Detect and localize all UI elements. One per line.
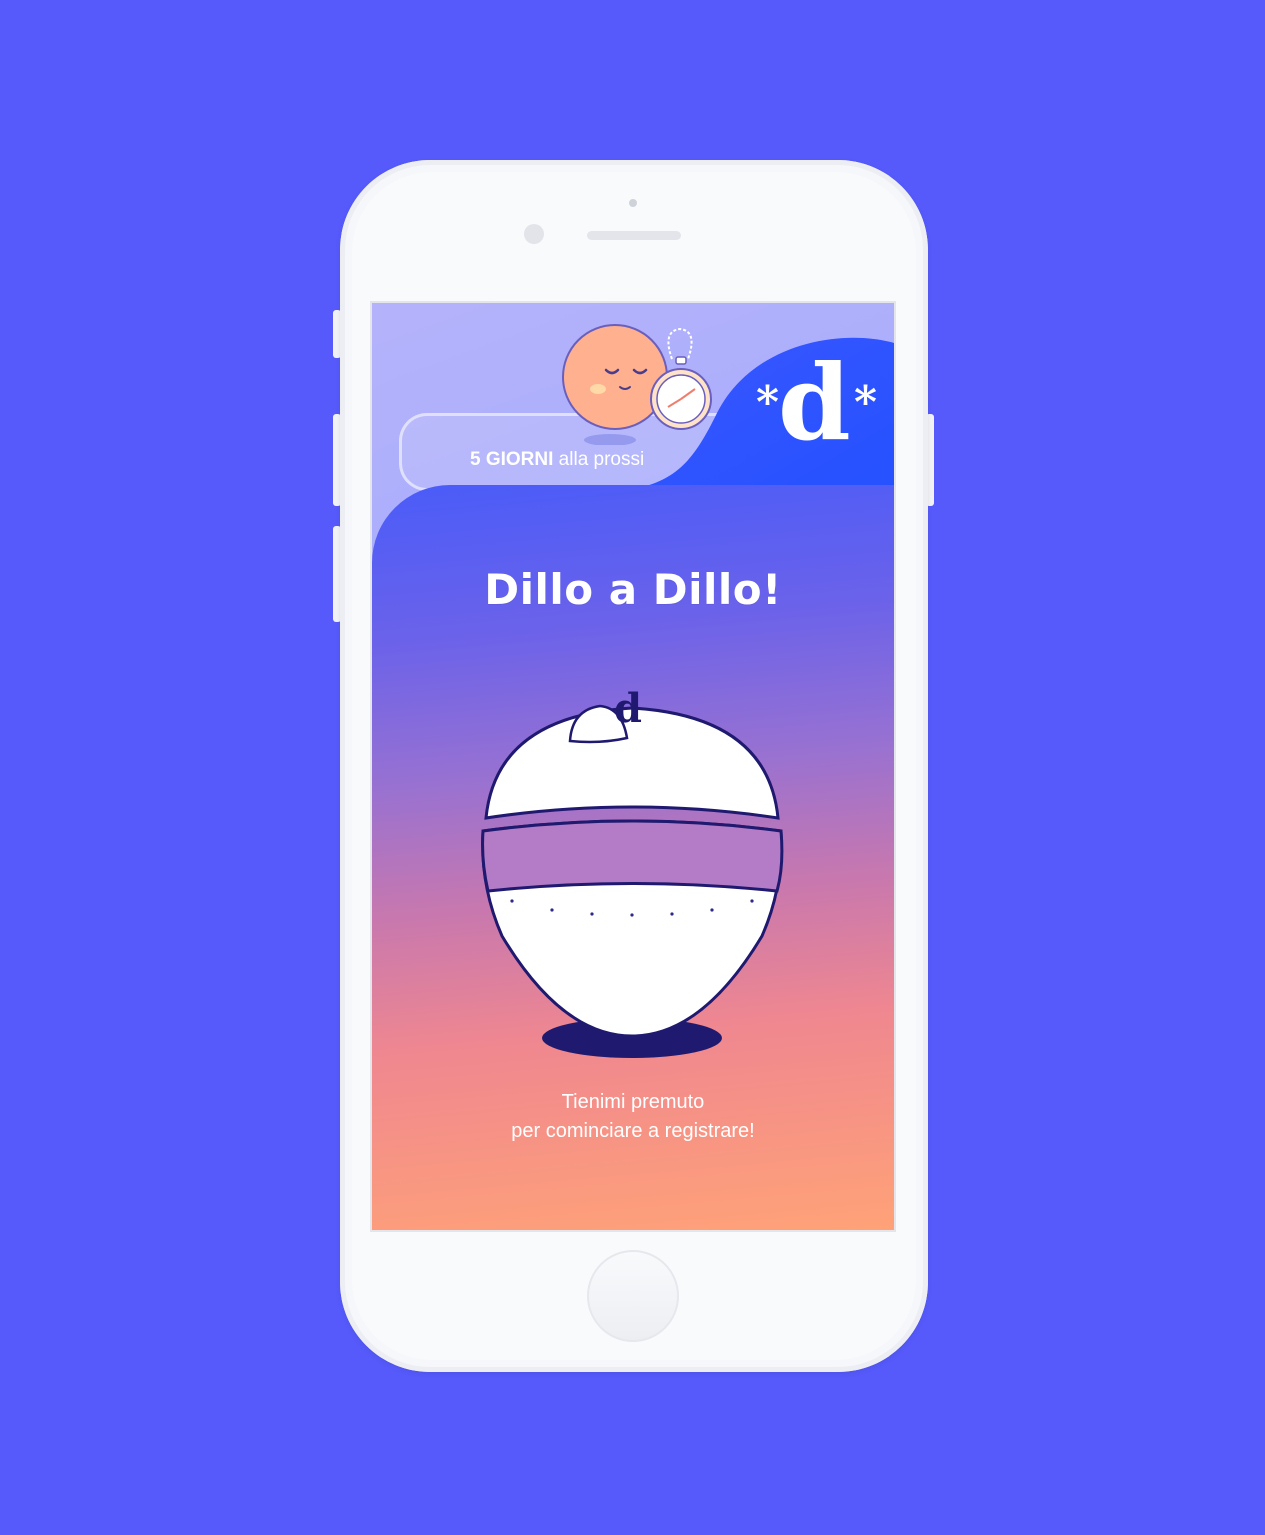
hint-line-2: per cominciare a registrare! [511,1120,755,1142]
proximity-sensor [629,199,637,207]
earpiece-speaker [587,231,681,240]
app-logo: * d * [756,341,878,464]
stopwatch-icon [650,327,712,430]
mascot-sleeping-face [562,324,712,445]
record-ball-letter: d [614,685,642,732]
app-screen: 5 GIORNI alla prossi * d * Dillo a Dillo… [372,303,894,1230]
page-title: Dillo a Dillo! [484,565,782,614]
record-hint: Tienimi premuto per cominciare a registr… [372,1088,894,1146]
hint-line-1: Tienimi premuto [561,1091,705,1113]
home-button[interactable] [587,1250,679,1342]
front-camera [524,224,544,244]
phone-frame: 5 GIORNI alla prossi * d * Dillo a Dillo… [340,160,928,1372]
record-ball-button[interactable] [472,696,792,1066]
